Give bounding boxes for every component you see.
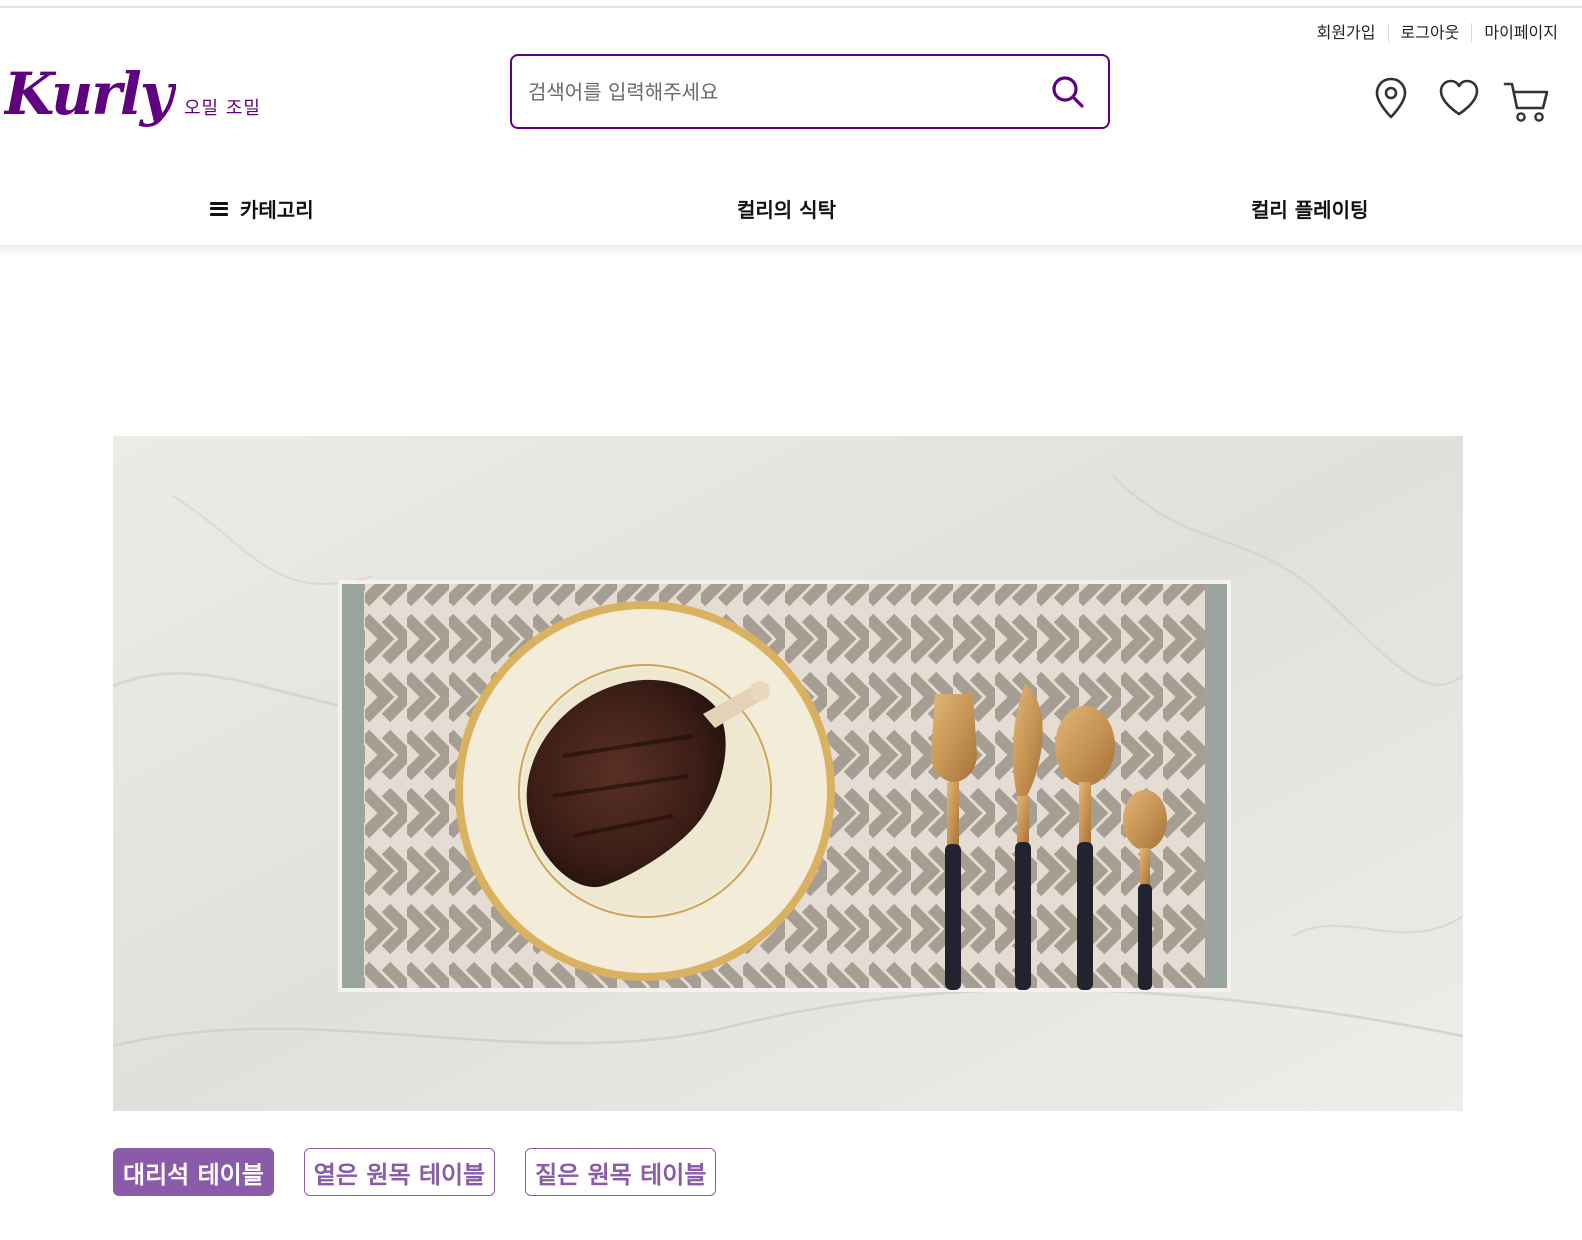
table-setting-image bbox=[113, 436, 1463, 1111]
search-input[interactable] bbox=[528, 79, 1048, 104]
logo-subtitle: 오밀 조밀 bbox=[184, 98, 261, 119]
signup-link[interactable]: 회원가입 bbox=[1305, 22, 1388, 44]
nav-kurly-table-label: 컬리의 식탁 bbox=[737, 198, 836, 222]
nav-kurly-plating-label: 컬리 플레이팅 bbox=[1251, 198, 1369, 222]
nav-divider bbox=[0, 245, 1582, 255]
nav-category-label: 카테고리 bbox=[240, 198, 314, 222]
nav-kurly-table[interactable]: 컬리의 식탁 bbox=[737, 194, 836, 223]
logout-link[interactable]: 로그아웃 bbox=[1389, 22, 1472, 44]
user-links: 회원가입 로그아웃 마이페이지 bbox=[1305, 22, 1558, 44]
nav-category[interactable]: 카테고리 bbox=[210, 194, 314, 223]
kurly-logo-mark: Kurly's bbox=[4, 60, 176, 128]
cart-icon[interactable] bbox=[1503, 80, 1551, 128]
nav-kurly-plating[interactable]: 컬리 플레이팅 bbox=[1251, 194, 1368, 223]
chip-marble-table[interactable]: 대리석 테이블 bbox=[113, 1148, 274, 1196]
search-bar bbox=[510, 54, 1110, 129]
logo-text: Kurly's bbox=[4, 60, 176, 128]
mypage-link[interactable]: 마이페이지 bbox=[1472, 22, 1558, 44]
hamburger-icon bbox=[210, 201, 228, 216]
chip-dark-wood-table[interactable]: 짙은 원목 테이블 bbox=[525, 1148, 717, 1196]
logo[interactable]: Kurly's 오밀 조밀 bbox=[4, 56, 261, 142]
top-divider bbox=[0, 6, 1582, 8]
heart-icon[interactable] bbox=[1437, 78, 1481, 122]
search-button[interactable] bbox=[1048, 72, 1088, 112]
search-icon bbox=[1052, 75, 1084, 108]
location-pin-icon[interactable] bbox=[1373, 76, 1409, 124]
main-nav: 카테고리 컬리의 식탁 컬리 플레이팅 bbox=[0, 182, 1582, 242]
table-filter-chips: 대리석 테이블 옅은 원목 테이블 짙은 원목 테이블 bbox=[113, 1148, 717, 1196]
page: 회원가입 로그아웃 마이페이지 Kurly's 오밀 조밀 bbox=[0, 0, 1582, 1240]
header-icons bbox=[1365, 76, 1555, 128]
chip-light-wood-table[interactable]: 옅은 원목 테이블 bbox=[303, 1148, 496, 1196]
